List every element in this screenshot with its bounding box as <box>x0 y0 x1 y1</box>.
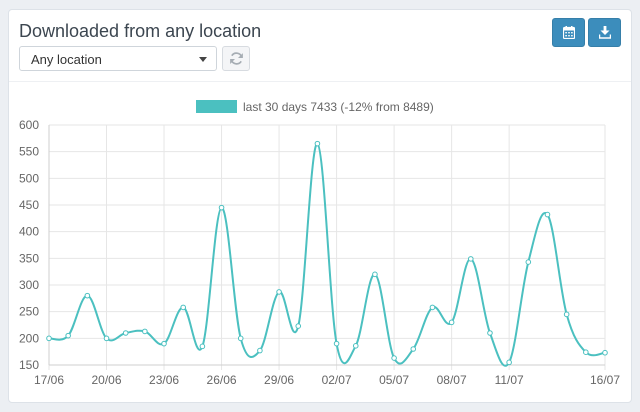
y-tick-label: 600 <box>19 118 39 132</box>
x-tick-label: 08/07 <box>437 373 467 387</box>
data-point <box>410 346 417 352</box>
data-point <box>103 335 110 342</box>
y-tick-label: 150 <box>19 358 39 372</box>
data-point <box>276 289 282 295</box>
data-point <box>84 292 91 299</box>
data-point <box>544 211 551 218</box>
data-point <box>161 340 167 347</box>
data-point <box>257 347 263 354</box>
data-point <box>142 328 148 335</box>
data-point <box>506 359 512 366</box>
x-tick-label: 17/06 <box>34 373 64 387</box>
y-tick-label: 450 <box>19 198 39 212</box>
data-point <box>583 349 589 356</box>
data-point <box>295 323 302 329</box>
data-point <box>372 271 378 278</box>
data-point <box>46 335 52 342</box>
legend-label: last 30 days 7433 (-12% from 8489) <box>243 100 434 114</box>
data-point <box>448 319 455 326</box>
data-point <box>602 349 608 356</box>
y-tick-label: 400 <box>19 225 39 239</box>
y-tick-label: 350 <box>19 251 39 265</box>
x-tick-label: 29/06 <box>264 373 294 387</box>
x-tick-label: 11/07 <box>495 373 524 387</box>
legend-swatch <box>196 100 237 113</box>
x-tick-label: 20/06 <box>92 373 122 387</box>
data-point <box>122 330 129 336</box>
data-point <box>65 332 71 339</box>
data-point <box>237 335 244 342</box>
y-tick-label: 500 <box>19 171 39 185</box>
data-point <box>218 204 225 211</box>
data-point <box>563 311 570 318</box>
data-point <box>391 355 397 361</box>
data-point <box>429 304 436 311</box>
data-point <box>180 304 187 311</box>
data-point <box>314 140 321 147</box>
data-point <box>467 256 474 262</box>
x-tick-label: 26/06 <box>207 373 237 387</box>
y-tick-label: 550 <box>19 145 39 159</box>
data-point <box>525 259 532 265</box>
x-tick-label: 05/07 <box>379 373 409 387</box>
x-tick-label: 16/07 <box>590 373 620 387</box>
y-tick-label: 200 <box>19 331 39 345</box>
y-tick-label: 250 <box>19 305 39 319</box>
downloads-line-chart: 150 200 250 300 350 400 450 500 550 600 17/06 20/06… <box>19 100 620 387</box>
data-point <box>333 340 340 347</box>
series-line <box>48 142 606 367</box>
data-point <box>199 343 206 350</box>
x-tick-label: 02/07 <box>322 373 352 387</box>
x-tick-label: 23/06 <box>149 373 179 387</box>
downloads-panel: Downloaded from any location Any locatio… <box>8 9 632 403</box>
y-tick-label: 300 <box>19 278 39 292</box>
data-point <box>352 343 359 349</box>
data-point <box>487 330 493 336</box>
